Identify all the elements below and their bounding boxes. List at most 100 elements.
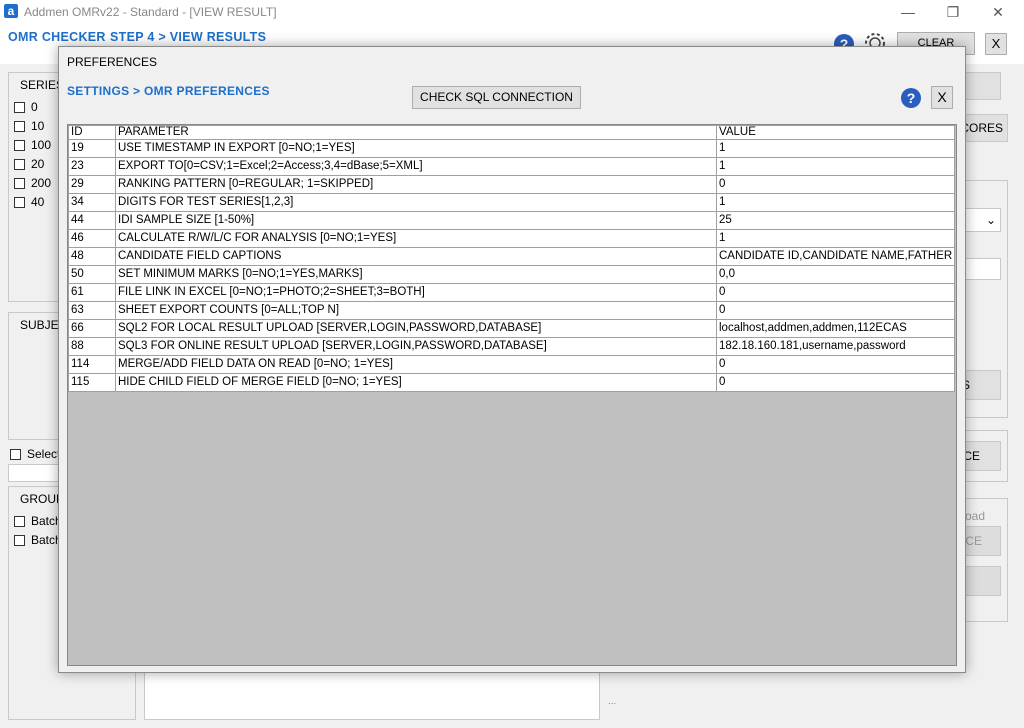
table-row[interactable]: 66 SQL2 FOR LOCAL RESULT UPLOAD [SERVER,L… — [68, 319, 956, 338]
table-row[interactable]: 44 IDI SAMPLE SIZE [1-50%] 25 — [68, 211, 956, 230]
checkbox[interactable] — [14, 534, 25, 546]
cell-value[interactable]: 1 — [715, 193, 956, 212]
series-option[interactable]: 20 — [14, 157, 44, 171]
cell-parameter: FILE LINK IN EXCEL [0=NO;1=PHOTO;2=SHEET… — [115, 283, 717, 302]
table-row[interactable]: 88 SQL3 FOR ONLINE RESULT UPLOAD [SERVER,… — [68, 337, 956, 356]
cell-id: 61 — [68, 283, 116, 302]
checkbox[interactable] — [14, 515, 25, 527]
cell-id: 63 — [68, 301, 116, 320]
cell-id: 23 — [68, 157, 116, 176]
series-label: 200 — [31, 176, 52, 190]
cell-parameter: IDI SAMPLE SIZE [1-50%] — [115, 211, 717, 230]
cell-id: 19 — [68, 139, 116, 158]
cell-value[interactable]: 0 — [715, 373, 956, 392]
breadcrumb: STEP 4 > VIEW RESULTS — [110, 30, 267, 44]
cell-parameter: CANDIDATE FIELD CAPTIONS — [115, 247, 717, 266]
cell-parameter: DIGITS FOR TEST SERIES[1,2,3] — [115, 193, 717, 212]
series-label: 20 — [31, 157, 45, 171]
dialog-breadcrumb: SETTINGS > OMR PREFERENCES — [67, 84, 270, 98]
series-option[interactable]: 100 — [14, 138, 51, 152]
table-row[interactable]: 50 SET MINIMUM MARKS [0=NO;1=YES,MARKS] 0,… — [68, 265, 956, 284]
cell-parameter: SQL2 FOR LOCAL RESULT UPLOAD [SERVER,LOG… — [115, 319, 717, 338]
table-row[interactable]: 46 CALCULATE R/W/L/C FOR ANALYSIS [0=NO;1… — [68, 229, 956, 248]
cell-parameter: CALCULATE R/W/L/C FOR ANALYSIS [0=NO;1=Y… — [115, 229, 717, 248]
cell-parameter: HIDE CHILD FIELD OF MERGE FIELD [0=NO; 1… — [115, 373, 717, 392]
status-dots: ... — [608, 696, 617, 707]
cell-id: 29 — [68, 175, 116, 194]
table-row[interactable]: 23 EXPORT TO[0=CSV;1=Excel;2=Access;3,4=d… — [68, 157, 956, 176]
table-row[interactable]: 63 SHEET EXPORT COUNTS [0=ALL;TOP N] 0 — [68, 301, 956, 320]
cell-parameter: MERGE/ADD FIELD DATA ON READ [0=NO; 1=YE… — [115, 355, 717, 374]
cell-value[interactable]: 1 — [715, 157, 956, 176]
cell-id: 44 — [68, 211, 116, 230]
cell-value[interactable]: CANDIDATE ID,CANDIDATE NAME,FATHER — [715, 247, 956, 266]
series-option[interactable]: 0 — [14, 100, 38, 114]
checkbox[interactable] — [14, 101, 25, 113]
cell-id: 50 — [68, 265, 116, 284]
cell-value[interactable]: localhost,addmen,addmen,112ECAS — [715, 319, 956, 338]
cell-value[interactable]: 1 — [715, 139, 956, 158]
series-label: 100 — [31, 138, 52, 152]
preferences-table: ID PARAMETER VALUE 19 USE TIMESTAMP IN EX… — [68, 125, 956, 392]
table-row[interactable]: 19 USE TIMESTAMP IN EXPORT [0=NO;1=YES] 1 — [68, 139, 956, 158]
select-all-option[interactable]: Select — [10, 447, 60, 461]
group-option[interactable]: Batch — [14, 514, 62, 528]
cell-id: 115 — [68, 373, 116, 392]
table-row[interactable]: 34 DIGITS FOR TEST SERIES[1,2,3] 1 — [68, 193, 956, 212]
cell-value[interactable]: 0,0 — [715, 265, 956, 284]
cell-parameter: SQL3 FOR ONLINE RESULT UPLOAD [SERVER,LO… — [115, 337, 717, 356]
series-option[interactable]: 10 — [14, 119, 44, 133]
check-sql-connection-button[interactable]: CHECK SQL CONNECTION — [412, 86, 581, 109]
app-name: OMR CHECKER — [8, 30, 106, 44]
column-header-id[interactable]: ID — [68, 125, 116, 140]
checkbox[interactable] — [14, 120, 25, 132]
minimize-button[interactable]: — — [897, 2, 919, 22]
column-header-parameter[interactable]: PARAMETER — [115, 125, 717, 140]
series-label: 40 — [31, 195, 45, 209]
table-row[interactable]: 115 HIDE CHILD FIELD OF MERGE FIELD [0=NO… — [68, 373, 956, 392]
group-option[interactable]: Batch — [14, 533, 62, 547]
cell-parameter: SHEET EXPORT COUNTS [0=ALL;TOP N] — [115, 301, 717, 320]
dialog-close-button[interactable]: X — [931, 86, 953, 109]
window-close-button[interactable]: ✕ — [987, 2, 1009, 22]
cell-id: 114 — [68, 355, 116, 374]
dialog-title: PREFERENCES — [67, 55, 158, 69]
window-title: Addmen OMRv22 - Standard - [VIEW RESULT] — [24, 5, 277, 19]
app-logo-icon: a — [4, 4, 18, 18]
table-row[interactable]: 114 MERGE/ADD FIELD DATA ON READ [0=NO; 1… — [68, 355, 956, 374]
help-icon[interactable]: ? — [901, 88, 921, 108]
restore-button[interactable]: ❐ — [942, 2, 964, 22]
table-row[interactable]: 61 FILE LINK IN EXCEL [0=NO;1=PHOTO;2=SHE… — [68, 283, 956, 302]
cell-id: 88 — [68, 337, 116, 356]
table-row[interactable]: 48 CANDIDATE FIELD CAPTIONS CANDIDATE ID,C… — [68, 247, 956, 266]
cell-value[interactable]: 25 — [715, 211, 956, 230]
column-header-value[interactable]: VALUE — [715, 125, 956, 140]
checkbox[interactable] — [10, 448, 21, 460]
cell-value[interactable]: 182.18.160.181,username,password — [715, 337, 956, 356]
cell-value[interactable]: 0 — [715, 355, 956, 374]
checkbox[interactable] — [14, 139, 25, 151]
cell-parameter: SET MINIMUM MARKS [0=NO;1=YES,MARKS] — [115, 265, 717, 284]
cell-value[interactable]: 0 — [715, 301, 956, 320]
series-option[interactable]: 200 — [14, 176, 51, 190]
select-label: Select — [27, 447, 61, 461]
preferences-dialog: PREFERENCES SETTINGS > OMR PREFERENCES C… — [58, 46, 966, 673]
series-label: 10 — [31, 119, 45, 133]
cell-parameter: RANKING PATTERN [0=REGULAR; 1=SKIPPED] — [115, 175, 717, 194]
preferences-grid[interactable]: ID PARAMETER VALUE 19 USE TIMESTAMP IN EX… — [67, 124, 957, 666]
cell-id: 66 — [68, 319, 116, 338]
series-option[interactable]: 40 — [14, 195, 44, 209]
cell-id: 46 — [68, 229, 116, 248]
checkbox[interactable] — [14, 177, 25, 189]
main-close-button[interactable]: X — [985, 33, 1007, 55]
upload-label: oad — [965, 509, 986, 523]
cell-value[interactable]: 0 — [715, 175, 956, 194]
table-header-row: ID PARAMETER VALUE — [68, 125, 956, 140]
series-label: 0 — [31, 100, 38, 114]
cell-value[interactable]: 0 — [715, 283, 956, 302]
cell-value[interactable]: 1 — [715, 229, 956, 248]
checkbox[interactable] — [14, 158, 25, 170]
checkbox[interactable] — [14, 196, 25, 208]
cell-parameter: USE TIMESTAMP IN EXPORT [0=NO;1=YES] — [115, 139, 717, 158]
table-row[interactable]: 29 RANKING PATTERN [0=REGULAR; 1=SKIPPED]… — [68, 175, 956, 194]
